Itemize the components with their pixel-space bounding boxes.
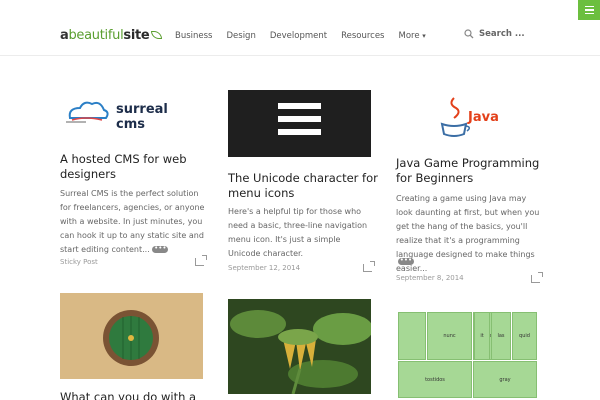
site-header: abeautifulsite Business Design Developme…: [0, 0, 600, 56]
nav-more-label: More: [398, 31, 420, 41]
menu-toggle-button[interactable]: [578, 0, 600, 20]
post-title[interactable]: The Unicode character for menu icons: [228, 171, 378, 201]
logo-mid: beautiful: [68, 28, 124, 43]
post-title[interactable]: A hosted CMS for web designers: [60, 152, 210, 182]
flower-thumbnail[interactable]: [228, 299, 371, 394]
unicode-thumbnail[interactable]: [228, 90, 371, 157]
menu-bar: [584, 5, 594, 8]
excerpt-text: Surreal CMS is the perfect solution for …: [60, 189, 205, 254]
search-input[interactable]: [479, 29, 539, 39]
search-icon[interactable]: [464, 29, 474, 39]
post-excerpt: Surreal CMS is the perfect solution for …: [60, 187, 208, 257]
thumb-caption: Java: [468, 110, 499, 125]
java-thumbnail[interactable]: Java: [396, 90, 539, 142]
leaf-icon: [151, 31, 163, 39]
surreal-cms-thumbnail[interactable]: surreal cms: [60, 88, 200, 132]
share-icon[interactable]: [531, 272, 543, 283]
thumb-caption: surreal cms: [116, 102, 168, 132]
logo-suffix: site: [123, 28, 150, 43]
hamburger-icon: [278, 103, 321, 142]
round-door-icon: [103, 310, 159, 366]
menu-bar: [584, 12, 594, 15]
search-box: [464, 29, 539, 39]
treemap-cell: nunc: [427, 312, 472, 360]
post-meta: Sticky Post: [60, 258, 98, 266]
treemap-cell: it: [474, 312, 490, 360]
share-icon[interactable]: [363, 261, 375, 272]
more-icon[interactable]: •••: [398, 257, 414, 265]
sunflower-image-icon: [228, 299, 371, 394]
treemap-cell: las: [491, 312, 511, 360]
main-nav: Business Design Development Resources Mo…: [175, 31, 426, 41]
menu-bar: [584, 9, 594, 11]
nav-resources[interactable]: Resources: [341, 31, 384, 41]
treemap-thumbnail[interactable]: nunc voldermere it las quid tostidos gra…: [396, 310, 539, 400]
more-icon[interactable]: •••: [152, 245, 169, 253]
nav-business[interactable]: Business: [175, 31, 212, 41]
site-logo[interactable]: abeautifulsite: [60, 28, 163, 43]
post-excerpt: Here's a helpful tip for those who need …: [228, 207, 368, 258]
treemap-cell: tostidos: [398, 361, 472, 398]
share-icon[interactable]: [195, 255, 207, 266]
post-meta: September 8, 2014: [396, 274, 464, 282]
post-meta: September 12, 2014: [228, 264, 301, 272]
treemap-cell: [398, 312, 426, 360]
nav-more[interactable]: More ▾: [399, 31, 426, 41]
post-excerpt: Creating a game using Java may look daun…: [396, 194, 540, 273]
treemap-cell: quid: [512, 312, 537, 360]
treemap-cell: gray: [473, 361, 537, 398]
nav-design[interactable]: Design: [226, 31, 255, 41]
post-title[interactable]: What can you do with a: [60, 390, 210, 400]
caret-down-icon: ▾: [422, 32, 426, 40]
nav-development[interactable]: Development: [270, 31, 327, 41]
post-title[interactable]: Java Game Programming for Beginners: [396, 156, 546, 186]
hobbit-door-thumbnail[interactable]: [60, 293, 203, 379]
